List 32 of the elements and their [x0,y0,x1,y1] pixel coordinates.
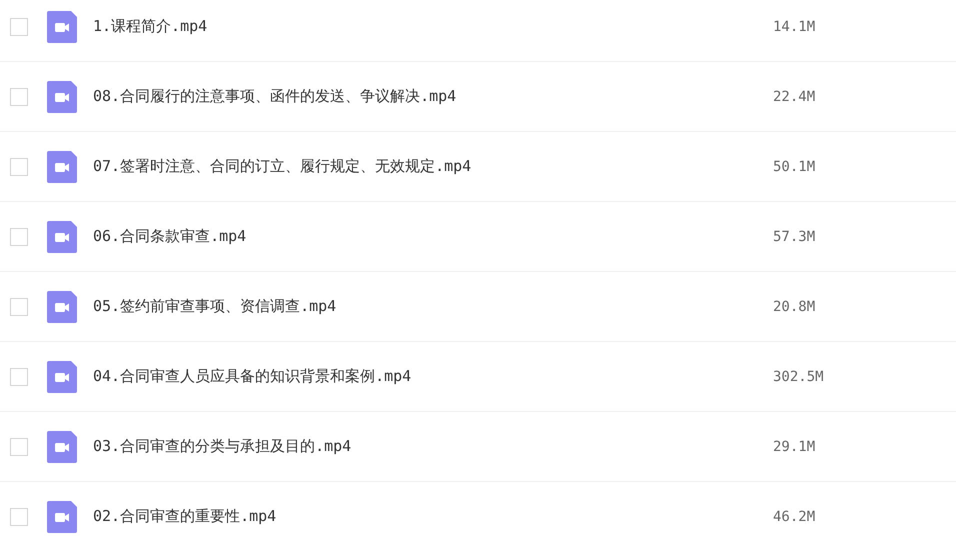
video-file-icon [47,150,77,182]
file-name[interactable]: 04.合同审查人员应具备的知识背景和案例.mp4 [93,367,773,386]
checkbox[interactable] [10,298,28,316]
file-name[interactable]: 02.合同审查的重要性.mp4 [93,507,773,526]
checkbox[interactable] [10,368,28,386]
video-file-icon [47,80,77,112]
file-size: 20.8M [773,298,816,314]
file-size: 50.1M [773,158,816,174]
file-size: 46.2M [773,508,816,524]
file-name[interactable]: 03.合同审查的分类与承担及目的.mp4 [93,437,773,456]
video-file-icon [47,430,77,462]
video-file-icon [47,500,77,532]
file-size: 57.3M [773,228,816,244]
checkbox[interactable] [10,18,28,36]
file-name[interactable]: 06.合同条款审查.mp4 [93,227,773,246]
file-size: 14.1M [773,18,816,34]
file-name[interactable]: 07.签署时注意、合同的订立、履行规定、无效规定.mp4 [93,157,773,176]
video-file-icon [47,220,77,252]
checkbox[interactable] [10,158,28,176]
file-name[interactable]: 08.合同履行的注意事项、函件的发送、争议解决.mp4 [93,87,773,106]
file-size: 302.5M [773,368,824,384]
video-file-icon [47,10,77,42]
checkbox[interactable] [10,88,28,106]
video-file-icon [47,290,77,322]
file-name[interactable]: 1.课程简介.mp4 [93,17,773,36]
checkbox[interactable] [10,438,28,456]
file-size: 29.1M [773,438,816,454]
checkbox[interactable] [10,508,28,526]
checkbox[interactable] [10,228,28,246]
file-size: 22.4M [773,88,816,104]
file-name[interactable]: 05.签约前审查事项、资信调查.mp4 [93,297,773,316]
video-file-icon [47,360,77,392]
